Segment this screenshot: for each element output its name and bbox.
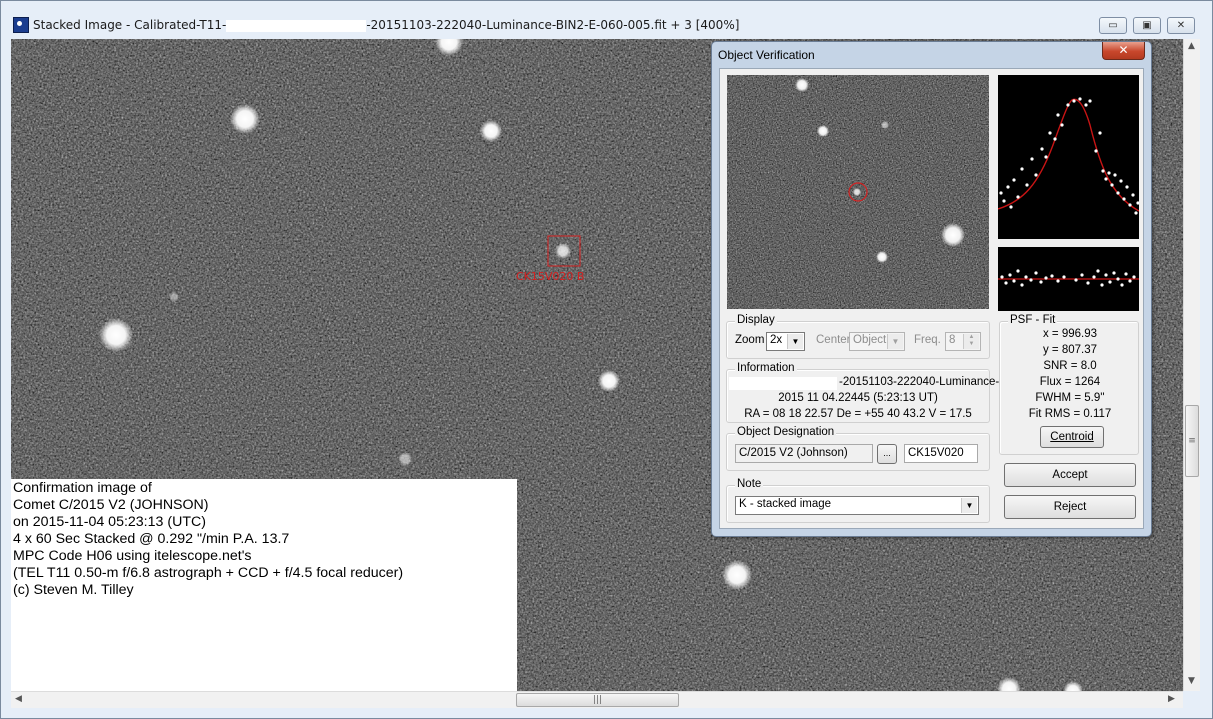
object-thumbnail[interactable] xyxy=(727,75,989,309)
zoom-value: 2x xyxy=(770,334,783,346)
freq-label: Freq. xyxy=(914,334,941,346)
window-title: Stacked Image - Calibrated-T11- -20151103… xyxy=(33,18,739,32)
maximize-button[interactable]: ▣ xyxy=(1133,17,1161,34)
information-legend: Information xyxy=(735,362,797,374)
object-verification-dialog: Object Verification ✕ Display Zoom 2x ▼ … xyxy=(711,41,1152,537)
accept-label: Accept xyxy=(1052,469,1088,481)
chevron-down-icon: ▼ xyxy=(887,334,903,349)
note-value: K - stacked image xyxy=(739,498,832,510)
designation-code-field[interactable]: CK15V020 xyxy=(904,444,978,463)
note-legend: Note xyxy=(735,478,764,490)
center-label: Center xyxy=(816,334,851,346)
horizontal-scroll-thumb[interactable]: ||| xyxy=(516,693,679,707)
chevron-down-icon: ▼ xyxy=(961,498,977,513)
target-label: CK15V020 B xyxy=(516,270,584,283)
caption-line: 4 x 60 Sec Stacked @ 0.292 "/min P.A. 13… xyxy=(13,531,290,547)
horizontal-scrollbar[interactable]: ◀ ||| ▶ xyxy=(11,691,1183,708)
arrow-down-icon[interactable]: ▼ xyxy=(1188,676,1195,686)
center-value: Object xyxy=(853,334,887,346)
filename-redaction xyxy=(729,377,837,390)
app-icon xyxy=(13,17,29,33)
psf-snr: SNR = 8.0 xyxy=(1043,360,1097,372)
object-designation-group: Object Designation C/2015 V2 (Johnson) .… xyxy=(726,426,990,471)
dialog-close-button[interactable]: ✕ xyxy=(1102,42,1145,60)
psf-fwhm: FWHM = 5.9'' xyxy=(1035,392,1105,404)
minimize-icon: ▭ xyxy=(1108,20,1118,31)
psf-legend: PSF - Fit xyxy=(1008,314,1058,326)
psf-flux: Flux = 1264 xyxy=(1039,376,1101,388)
info-filename-text: -20151103-222040-Luminance- xyxy=(839,376,1000,388)
note-group: Note K - stacked image ▼ xyxy=(726,478,990,523)
title-redaction xyxy=(226,19,367,32)
dialog-title: Object Verification xyxy=(718,48,815,62)
psf-residual-plot xyxy=(998,247,1139,311)
centroid-button[interactable]: Centroid xyxy=(1040,426,1104,448)
caption-line: (c) Steven M. Tilley xyxy=(13,582,134,598)
maximize-icon: ▣ xyxy=(1142,20,1152,31)
info-coordinates: RA = 08 18 22.57 De = +55 40 43.2 V = 17… xyxy=(744,408,972,420)
ellipsis-icon: ... xyxy=(883,448,891,458)
arrow-up-icon[interactable]: ▲ xyxy=(1188,41,1195,51)
designation-name-field[interactable]: C/2015 V2 (Johnson) xyxy=(735,444,873,463)
title-suffix: -20151103-222040-Luminance-BIN2-E-060-00… xyxy=(366,18,740,32)
freq-spinner[interactable]: 8 ▲ ▼ xyxy=(945,332,981,351)
title-prefix: Stacked Image - Calibrated-T11- xyxy=(33,18,227,32)
caption-line: Comet C/2015 V2 (JOHNSON) xyxy=(13,497,209,513)
display-legend: Display xyxy=(735,314,777,326)
main-window: Stacked Image - Calibrated-T11- -20151103… xyxy=(0,0,1213,719)
caption-line: (TEL T11 0.50-m f/6.8 astrograph + CCD +… xyxy=(13,565,404,581)
vertical-scrollbar[interactable]: ▲ ≡ ▼ xyxy=(1183,39,1200,691)
close-icon: ✕ xyxy=(1176,20,1186,31)
center-select[interactable]: Object ▼ xyxy=(849,332,905,351)
psf-profile-plot xyxy=(998,75,1139,239)
dialog-body: Display Zoom 2x ▼ Center Object ▼ Freq. 8 ▲… xyxy=(719,68,1144,529)
zoom-select[interactable]: 2x ▼ xyxy=(766,332,805,351)
psf-rms: Fit RMS = 0.117 xyxy=(1028,408,1112,420)
caption-line: Confirmation image of xyxy=(13,480,152,496)
display-group: Display Zoom 2x ▼ Center Object ▼ Freq. 8 ▲… xyxy=(726,314,990,359)
arrow-left-icon[interactable]: ◀ xyxy=(15,694,22,704)
title-bar[interactable]: Stacked Image - Calibrated-T11- -20151103… xyxy=(1,1,1212,37)
caption-box: Confirmation image of Comet C/2015 V2 (J… xyxy=(11,479,517,691)
caption-line: MPC Code H06 using itelescope.net's xyxy=(13,548,252,564)
reject-button[interactable]: Reject xyxy=(1004,495,1136,519)
psf-fit-group: PSF - Fit x = 996.93 y = 807.37 SNR = 8.… xyxy=(999,314,1139,455)
reject-label: Reject xyxy=(1053,501,1087,513)
information-group: Information -20151103-222040-Luminance- … xyxy=(726,362,999,423)
arrow-right-icon[interactable]: ▶ xyxy=(1168,694,1175,704)
accept-button[interactable]: Accept xyxy=(1004,463,1136,487)
browse-designation-button[interactable]: ... xyxy=(877,444,897,464)
chevron-down-icon: ▼ xyxy=(787,334,803,349)
centroid-label: Centroid xyxy=(1050,431,1094,443)
caption-line: on 2015-11-04 05:23:13 (UTC) xyxy=(13,514,206,530)
close-button[interactable]: ✕ xyxy=(1167,17,1195,34)
designation-legend: Object Designation xyxy=(735,426,837,438)
minimize-button[interactable]: ▭ xyxy=(1099,17,1127,34)
close-icon: ✕ xyxy=(1118,43,1129,57)
spin-up-icon[interactable]: ▲ ▼ xyxy=(963,334,979,349)
info-date: 2015 11 04.22445 (5:23:13 UT) xyxy=(778,392,938,404)
zoom-label: Zoom xyxy=(735,334,765,346)
psf-x: x = 996.93 xyxy=(1042,328,1098,340)
psf-y: y = 807.37 xyxy=(1042,344,1098,356)
freq-value: 8 xyxy=(949,334,956,346)
vertical-scroll-thumb[interactable]: ≡ xyxy=(1185,405,1199,477)
note-select[interactable]: K - stacked image ▼ xyxy=(735,496,979,515)
